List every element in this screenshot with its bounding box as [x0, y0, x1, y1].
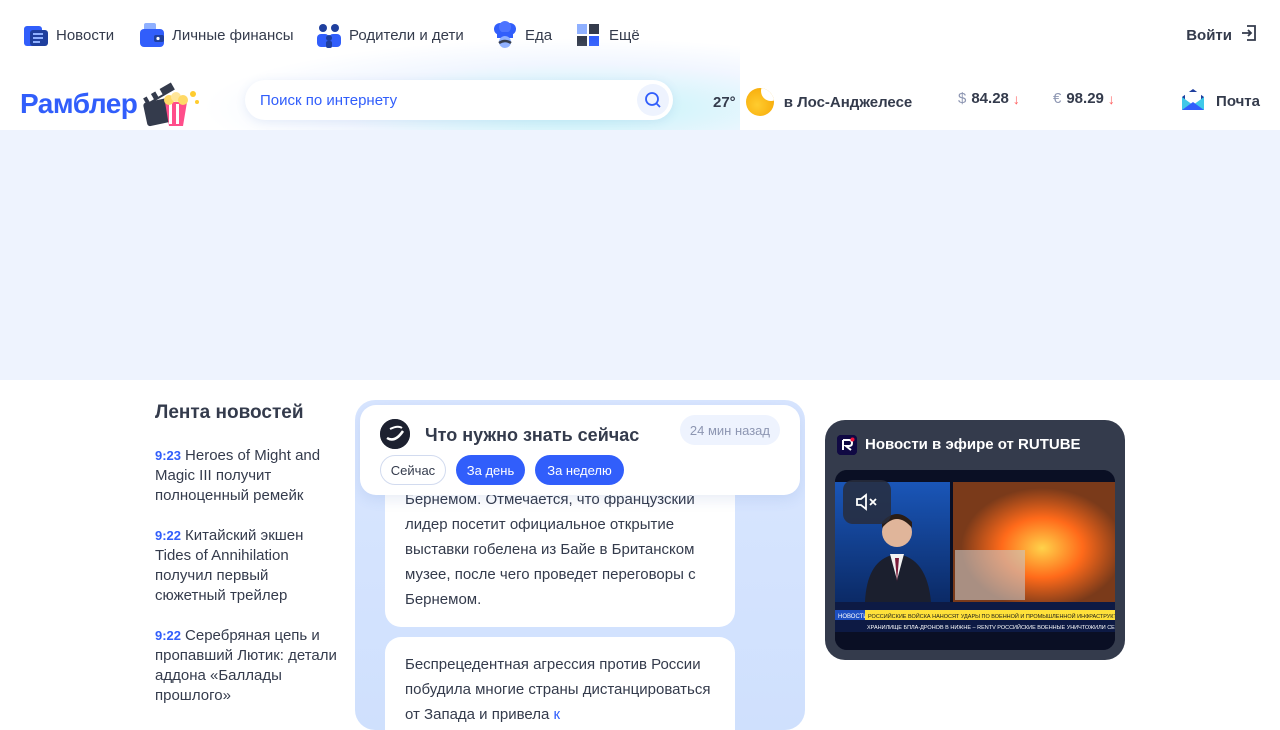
logo-text: Рамблер — [20, 88, 138, 119]
mail-icon — [1180, 86, 1206, 116]
eur-rate[interactable]: € 98.29 ↓ — [1053, 90, 1115, 107]
eur-value: 98.29 — [1066, 90, 1104, 107]
feed-item-time: 9:22 — [155, 628, 182, 643]
clapperboard-popcorn-icon — [139, 78, 203, 130]
wallet-icon — [138, 21, 166, 49]
mute-button[interactable] — [843, 480, 891, 524]
mail-label: Почта — [1216, 92, 1260, 110]
mail-link[interactable]: Почта — [1180, 86, 1260, 116]
feed-title: Лента новостей — [155, 402, 304, 423]
ticker-bottom: ХРАНИЛИЩЕ БПЛА-ДРОНОВ В НИЖНЕ – RENTV РО… — [867, 623, 1115, 631]
arrow-down-icon: ↓ — [1012, 90, 1020, 107]
nav-label: Новости — [56, 26, 115, 44]
login-label: Войти — [1186, 26, 1232, 44]
usd-value: 84.28 — [971, 90, 1009, 107]
story-card[interactable]: Беспрецедентная агрессия против России п… — [385, 637, 735, 730]
news-feed: Лента новостей 9:23 Heroes of Might and M… — [155, 402, 340, 726]
story-card-link[interactable]: к — [553, 706, 560, 723]
story-logo-icon — [380, 419, 410, 449]
moon-icon — [745, 88, 774, 116]
header: Рамблер 27° в Лос-Анджелесе $ 84.28 — [0, 38, 1280, 138]
arrow-down-icon: ↓ — [1107, 90, 1115, 107]
rambler-logo[interactable]: Рамблер — [20, 78, 203, 130]
eur-symbol: € — [1053, 90, 1062, 107]
weather-widget[interactable]: 27° в Лос-Анджелесе — [713, 88, 912, 116]
weather-city: в Лос-Анджелесе — [783, 93, 913, 111]
chip-now[interactable]: Сейчас — [380, 455, 446, 485]
weather-temp: 27° — [713, 93, 736, 111]
video-player[interactable]: НОВОСТИ РОССИЙСКИЕ ВОЙСКА НАНОСЯТ УДАРЫ … — [835, 470, 1115, 650]
nav-item-news[interactable]: Новости — [22, 20, 114, 50]
search-icon — [645, 92, 661, 108]
feed-item[interactable]: 9:22 Китайский экшен Tides of Annihilatio… — [155, 526, 340, 606]
story-card-text: Бернемом. Отмечается, что французский ли… — [405, 491, 696, 608]
feed-item[interactable]: 9:23 Heroes of Might and Magic III получи… — [155, 446, 340, 506]
speaker-muted-icon — [856, 493, 877, 511]
story-header: Что нужно знать сейчас 24 мин назад Сейч… — [360, 405, 800, 495]
search-button[interactable] — [637, 84, 669, 116]
feed-item[interactable]: 9:22 Серебряная цепь и пропавший Лютик: д… — [155, 626, 340, 706]
chip-day[interactable]: За день — [456, 455, 525, 485]
login-button[interactable]: Войти — [1186, 24, 1258, 46]
usd-symbol: $ — [958, 90, 967, 107]
rutube-widget: Новости в эфире от RUTUBE НОВОСТИ РОССИЙ… — [825, 420, 1125, 660]
usd-rate[interactable]: $ 84.28 ↓ — [958, 90, 1020, 107]
feed-item-time: 9:22 — [155, 528, 182, 543]
search-input[interactable] — [260, 91, 620, 109]
chip-week[interactable]: За неделю — [535, 455, 624, 485]
ticker-label: НОВОСТИ — [838, 614, 868, 620]
story-time-badge: 24 мин назад — [679, 415, 780, 445]
feed-item-text: Серебряная цепь и пропавший Лютик: детал… — [155, 627, 337, 704]
search-box — [245, 80, 673, 120]
rutube-title: Новости в эфире от RUTUBE — [865, 436, 1081, 453]
ad-banner-area — [0, 130, 1280, 380]
feed-item-time: 9:23 — [155, 448, 182, 463]
story-column: Бернемом. Отмечается, что французский ли… — [355, 400, 805, 730]
login-icon — [1240, 24, 1258, 46]
newspaper-icon — [22, 21, 50, 49]
rutube-logo-icon — [837, 435, 857, 455]
story-title: Что нужно знать сейчас — [425, 425, 640, 445]
ticker-headline: РОССИЙСКИЕ ВОЙСКА НАНОСЯТ УДАРЫ ПО ВОЕНН… — [868, 612, 1115, 620]
